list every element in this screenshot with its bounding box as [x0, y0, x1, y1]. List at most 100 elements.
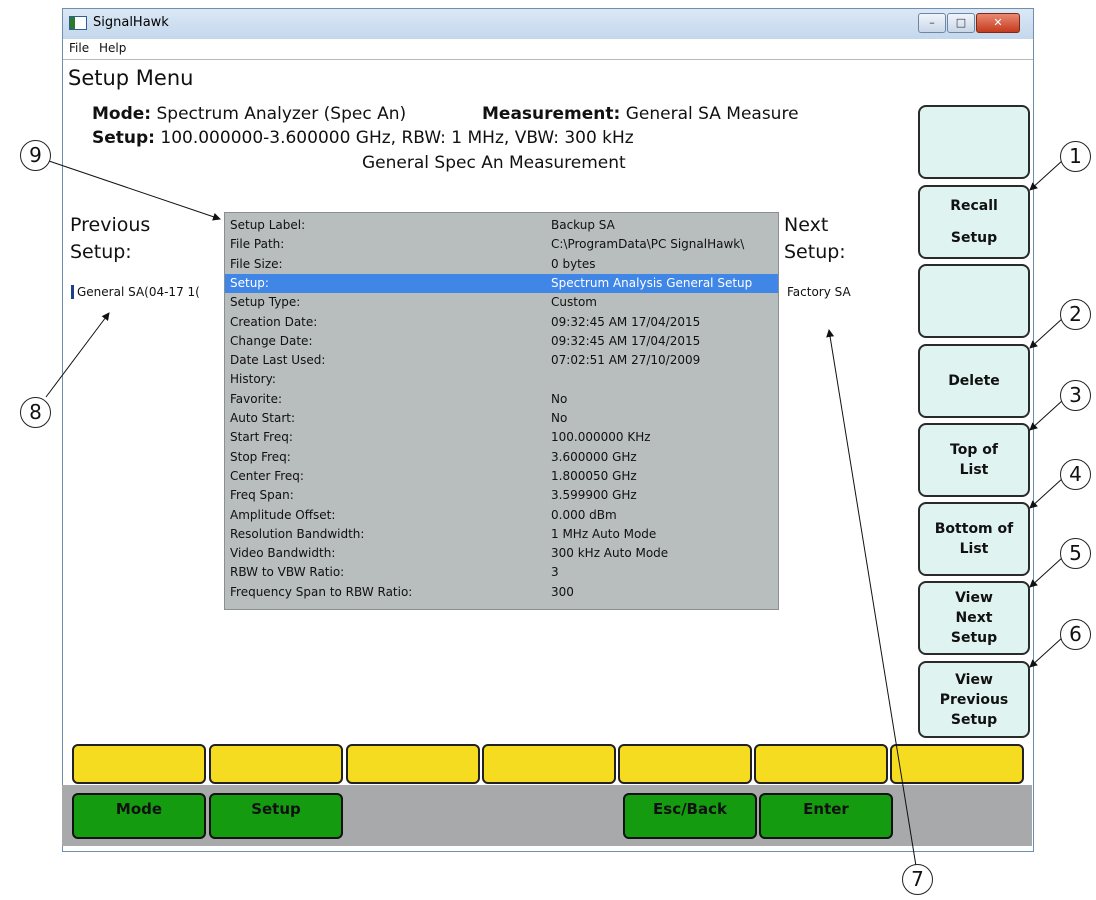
- mode-line: Mode: Spectrum Analyzer (Spec An): [92, 104, 406, 124]
- detail-value: C:\ProgramData\PC SignalHawk\: [551, 237, 745, 252]
- view-next-setup-button[interactable]: View Next Setup: [918, 581, 1030, 655]
- detail-key: Resolution Bandwidth:: [230, 526, 365, 541]
- detail-row[interactable]: Video Bandwidth: 300 kHz Auto Mode: [225, 544, 778, 563]
- setup-value: 100.000000-3.600000 GHz, RBW: 1 MHz, VBW…: [160, 128, 634, 148]
- detail-row[interactable]: Resolution Bandwidth: 1 MHz Auto Mode: [225, 525, 778, 544]
- yellow-softkey-1[interactable]: [72, 744, 206, 784]
- detail-key: Freq Span:: [230, 488, 294, 503]
- detail-key: Creation Date:: [230, 314, 318, 329]
- detail-value: 100.000000 KHz: [551, 430, 651, 445]
- blank-softkey-1[interactable]: [918, 105, 1030, 179]
- detail-key: Amplitude Offset:: [230, 507, 336, 522]
- detail-row[interactable]: Stop Freq: 3.600000 GHz: [225, 448, 778, 467]
- callout-9: 9: [20, 140, 51, 171]
- yellow-softkey-7[interactable]: [890, 744, 1024, 784]
- detail-key: Setup:: [230, 275, 269, 290]
- mode-value: Spectrum Analyzer (Spec An): [156, 104, 407, 124]
- yellow-softkey-2[interactable]: [209, 744, 343, 784]
- setup-button[interactable]: Setup: [209, 793, 343, 839]
- detail-value: Custom: [551, 295, 597, 310]
- callout-5: 5: [1060, 538, 1091, 569]
- leader-5: [1029, 556, 1064, 588]
- detail-value: 3.600000 GHz: [551, 449, 637, 464]
- detail-key: Date Last Used:: [230, 353, 326, 368]
- delete-button[interactable]: Delete: [918, 344, 1030, 418]
- top-of-list-button[interactable]: Top of List: [918, 423, 1030, 497]
- blank-softkey-2[interactable]: [918, 264, 1030, 338]
- leader-1: [1029, 159, 1064, 191]
- detail-row[interactable]: Freq Span: 3.599900 GHz: [225, 486, 778, 505]
- detail-key: Frequency Span to RBW Ratio:: [230, 584, 413, 599]
- detail-value: 1.800050 GHz: [551, 468, 637, 483]
- detail-key: File Size:: [230, 256, 283, 271]
- title-bar: SignalHawk – □ ✕: [63, 9, 1033, 39]
- detail-row[interactable]: History:: [225, 370, 778, 389]
- detail-row[interactable]: Frequency Span to RBW Ratio: 300: [225, 583, 778, 602]
- setup-label: Setup:: [92, 128, 155, 148]
- detail-row[interactable]: Favorite: No: [225, 390, 778, 409]
- detail-row[interactable]: Setup Label: Backup SA: [225, 216, 778, 235]
- setup-details-panel[interactable]: Setup Label: Backup SA File Path: C:\Progra…: [224, 212, 779, 610]
- detail-value: 09:32:45 AM 17/04/2015: [551, 314, 701, 329]
- callout-8: 8: [20, 397, 51, 428]
- detail-value: 300: [551, 584, 574, 599]
- callout-6: 6: [1060, 619, 1091, 650]
- view-previous-setup-button[interactable]: View Previous Setup: [918, 661, 1030, 738]
- menu-file[interactable]: File: [69, 41, 89, 55]
- detail-row[interactable]: Creation Date: 09:32:45 AM 17/04/2015: [225, 313, 778, 332]
- detail-row[interactable]: Center Freq: 1.800050 GHz: [225, 467, 778, 486]
- next-setup-name[interactable]: Factory SA: [787, 285, 897, 299]
- previous-setup-label: Previous Setup:: [70, 214, 151, 263]
- detail-row[interactable]: Start Freq: 100.000000 KHz: [225, 428, 778, 447]
- previous-setup-name[interactable]: General SA(04-17 1(: [71, 285, 225, 299]
- mode-button[interactable]: Mode: [72, 793, 206, 839]
- detail-value: Spectrum Analysis General Setup: [551, 275, 753, 290]
- detail-row[interactable]: Setup: Spectrum Analysis General Setup: [225, 273, 778, 293]
- bottom-of-list-button[interactable]: Bottom of List: [918, 502, 1030, 576]
- recall-setup-button[interactable]: Recall Setup: [918, 185, 1030, 259]
- yellow-softkey-3[interactable]: [346, 744, 480, 784]
- esc-back-button[interactable]: Esc/Back: [623, 793, 757, 839]
- mode-label: Mode:: [92, 104, 152, 124]
- callout-4: 4: [1060, 459, 1091, 490]
- window-title: SignalHawk: [93, 15, 169, 30]
- detail-row[interactable]: RBW to VBW Ratio: 3: [225, 563, 778, 582]
- close-button[interactable]: ✕: [976, 13, 1020, 33]
- detail-key: Start Freq:: [230, 430, 293, 445]
- detail-row[interactable]: Date Last Used: 07:02:51 AM 27/10/2009: [225, 351, 778, 370]
- callout-7: 7: [902, 864, 933, 895]
- callout-3: 3: [1060, 380, 1091, 411]
- measurement-value: General SA Measure: [625, 104, 799, 124]
- detail-value: No: [551, 391, 568, 406]
- detail-row[interactable]: File Path: C:\ProgramData\PC SignalHawk\: [225, 235, 778, 254]
- detail-value: 0.000 dBm: [551, 507, 617, 522]
- yellow-softkey-4[interactable]: [482, 744, 616, 784]
- detail-row[interactable]: Amplitude Offset: 0.000 dBm: [225, 506, 778, 525]
- next-setup-label: Next Setup:: [784, 214, 846, 263]
- detail-row[interactable]: File Size: 0 bytes: [225, 255, 778, 274]
- callout-1: 1: [1060, 141, 1091, 172]
- menu-help[interactable]: Help: [99, 41, 126, 55]
- detail-value: 3: [551, 565, 559, 580]
- detail-row[interactable]: Auto Start: No: [225, 409, 778, 428]
- measurement-line: Measurement: General SA Measure: [482, 104, 799, 124]
- detail-key: Change Date:: [230, 333, 313, 348]
- detail-key: Video Bandwidth:: [230, 546, 336, 561]
- menu-bar: File Help: [63, 39, 1033, 60]
- minimize-button[interactable]: –: [918, 13, 946, 33]
- detail-value: 1 MHz Auto Mode: [551, 526, 657, 541]
- page-title: Setup Menu: [68, 66, 194, 90]
- leader-4: [1029, 477, 1064, 509]
- yellow-softkey-6[interactable]: [754, 744, 888, 784]
- detail-row[interactable]: Setup Type: Custom: [225, 293, 778, 312]
- detail-key: Center Freq:: [230, 468, 304, 483]
- detail-key: Setup Label:: [230, 218, 306, 232]
- detail-row[interactable]: Change Date: 09:32:45 AM 17/04/2015: [225, 332, 778, 351]
- setup-line: Setup: 100.000000-3.600000 GHz, RBW: 1 M…: [92, 128, 634, 148]
- maximize-button[interactable]: □: [947, 13, 975, 33]
- leader-3: [1029, 399, 1064, 431]
- detail-value: 3.599900 GHz: [551, 488, 637, 503]
- enter-button[interactable]: Enter: [759, 793, 893, 839]
- yellow-softkey-5[interactable]: [618, 744, 752, 784]
- measurement-subtitle: General Spec An Measurement: [362, 153, 626, 173]
